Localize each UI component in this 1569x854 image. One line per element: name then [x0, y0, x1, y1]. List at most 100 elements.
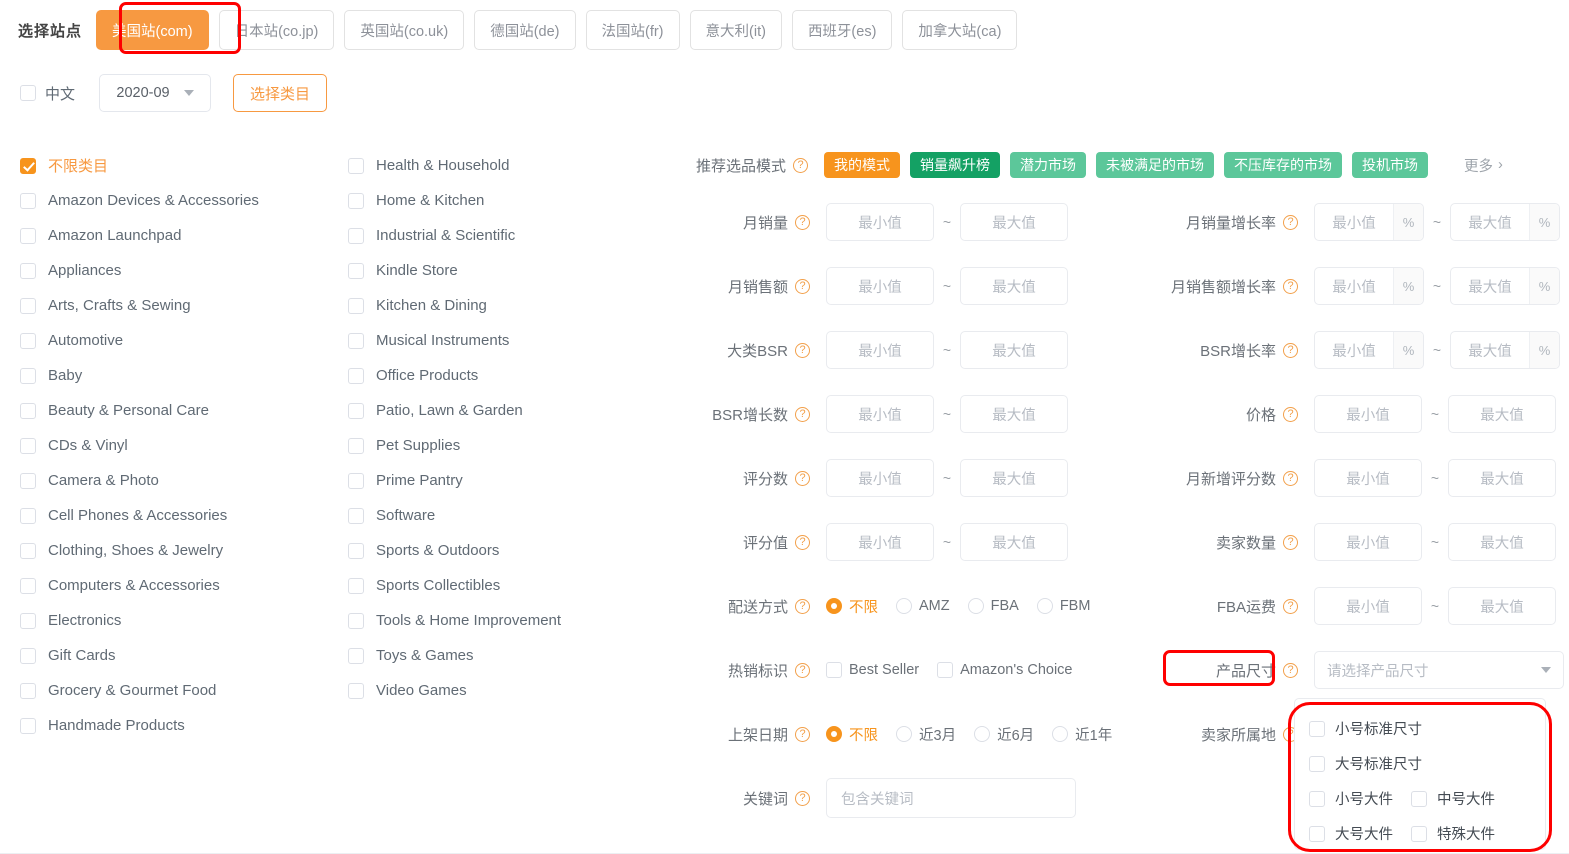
filter-max-input[interactable]: 最大值: [960, 523, 1068, 561]
listing-date-option-3[interactable]: 近1年: [1052, 724, 1112, 745]
filter-min-input[interactable]: 最小值: [1314, 395, 1422, 433]
filter-min-input[interactable]: 最小值: [826, 331, 934, 369]
hot-badge-checkbox[interactable]: [826, 662, 842, 678]
hot-badge-option-0[interactable]: Best Seller: [826, 662, 919, 678]
fba-fee-max-input[interactable]: 最大值: [1448, 587, 1556, 625]
site-tab-0[interactable]: 美国站(com): [96, 10, 209, 50]
mode-tag-4[interactable]: 不压库存的市场: [1224, 152, 1342, 178]
more-modes-button[interactable]: 更多 ›: [1464, 155, 1503, 176]
mode-tag-1[interactable]: 销量飙升榜: [910, 152, 1000, 178]
help-icon[interactable]: ?: [1283, 214, 1298, 230]
size-option-checkbox[interactable]: [1411, 790, 1427, 807]
site-tab-1[interactable]: 日本站(co.jp): [218, 10, 335, 50]
help-icon[interactable]: ?: [1283, 598, 1298, 614]
shipping-option-3[interactable]: FBM: [1036, 598, 1090, 614]
size-option-checkbox[interactable]: [1309, 720, 1325, 737]
shipping-radio[interactable]: [826, 598, 842, 614]
filter-max-input[interactable]: 最大值%: [1450, 203, 1560, 241]
hot-badge-option-1[interactable]: Amazon's Choice: [937, 662, 1073, 678]
help-icon[interactable]: ?: [795, 534, 810, 550]
listing-date-option-0[interactable]: 不限: [826, 724, 878, 745]
help-icon[interactable]: ?: [795, 726, 810, 742]
listing-date-option-2[interactable]: 近6月: [974, 724, 1034, 745]
site-tab-2[interactable]: 英国站(co.uk): [344, 10, 465, 50]
filter-max-input[interactable]: 最大值: [960, 395, 1068, 433]
fba-fee-min-input[interactable]: 最小值: [1314, 587, 1422, 625]
filter-min-input[interactable]: 最小值: [1314, 523, 1422, 561]
size-option-large-oversize[interactable]: 大号大件: [1309, 823, 1393, 844]
site-tab-6[interactable]: 西班牙(es): [791, 10, 893, 50]
filter-min-input[interactable]: 最小值%: [1314, 331, 1424, 369]
size-option-medium-oversize[interactable]: 中号大件: [1411, 788, 1495, 809]
listing-date-option-1[interactable]: 近3月: [896, 724, 956, 745]
keyword-input[interactable]: 包含关键词: [826, 778, 1076, 818]
month-select[interactable]: 2020-09: [99, 74, 212, 112]
size-option-checkbox[interactable]: [1309, 790, 1325, 807]
listing-date-radio[interactable]: [1052, 726, 1069, 742]
filter-min-input[interactable]: 最小值: [826, 523, 934, 561]
help-icon[interactable]: ?: [795, 214, 810, 230]
help-icon[interactable]: ?: [795, 278, 810, 294]
filter-max-input[interactable]: 最大值%: [1450, 267, 1560, 305]
filter-min-input[interactable]: 最小值: [826, 459, 934, 497]
site-tab-4[interactable]: 法国站(fr): [585, 10, 680, 50]
shipping-radio[interactable]: [967, 598, 984, 614]
filter-min-input[interactable]: 最小值: [826, 267, 934, 305]
mode-tag-0[interactable]: 我的模式: [824, 152, 900, 178]
filter-min-input[interactable]: 最小值%: [1314, 267, 1424, 305]
filter-min-input[interactable]: 最小值: [826, 203, 934, 241]
shipping-radio[interactable]: [896, 598, 912, 614]
listing-date-radio[interactable]: [826, 726, 842, 742]
filter-max-input[interactable]: 最大值: [960, 331, 1068, 369]
chinese-checkbox-box[interactable]: [20, 85, 36, 101]
size-option-checkbox[interactable]: [1309, 825, 1325, 842]
help-icon[interactable]: ?: [1283, 406, 1298, 422]
help-icon[interactable]: ?: [1283, 342, 1298, 358]
filter-min-input[interactable]: 最小值%: [1314, 203, 1424, 241]
filter-min-input[interactable]: 最小值: [826, 395, 934, 433]
hot-badge-checkbox[interactable]: [937, 662, 954, 678]
filter-label: 大类BSR: [727, 342, 788, 360]
size-option-small-oversize[interactable]: 小号大件: [1309, 788, 1393, 809]
mode-tag-2[interactable]: 潜力市场: [1010, 152, 1086, 178]
mode-tag-5[interactable]: 投机市场: [1352, 152, 1428, 178]
product-size-select[interactable]: 请选择产品尺寸: [1314, 651, 1564, 689]
size-option-checkbox[interactable]: [1309, 755, 1325, 772]
help-icon[interactable]: ?: [1283, 470, 1298, 486]
shipping-option-0[interactable]: 不限: [826, 596, 878, 617]
filter-max-input[interactable]: 最大值: [960, 267, 1068, 305]
site-tab-7[interactable]: 加拿大站(ca): [902, 10, 1018, 50]
filter-max-input[interactable]: 最大值%: [1450, 331, 1560, 369]
filter-max-input[interactable]: 最大值: [960, 203, 1068, 241]
help-icon[interactable]: ?: [1283, 662, 1298, 678]
filter-max-input[interactable]: 最大值: [1448, 395, 1556, 433]
filter-min-input[interactable]: 最小值: [1314, 459, 1422, 497]
filter-cell-left: BSR增长数? 最小值 ~ 最大值: [680, 395, 1150, 433]
pick-category-button[interactable]: 选择类目: [233, 74, 328, 112]
shipping-option-1[interactable]: AMZ: [896, 598, 950, 614]
help-icon[interactable]: ?: [793, 157, 808, 173]
help-icon[interactable]: ?: [795, 406, 810, 422]
help-icon[interactable]: ?: [795, 662, 810, 678]
help-icon[interactable]: ?: [795, 598, 810, 614]
help-icon[interactable]: ?: [795, 342, 810, 358]
size-option-checkbox[interactable]: [1411, 825, 1427, 842]
mode-tag-3[interactable]: 未被满足的市场: [1096, 152, 1214, 178]
filter-max-input[interactable]: 最大值: [960, 459, 1068, 497]
listing-date-radio[interactable]: [974, 726, 991, 742]
help-icon[interactable]: ?: [795, 470, 810, 486]
help-icon[interactable]: ?: [1283, 278, 1298, 294]
help-icon[interactable]: ?: [1283, 534, 1298, 550]
chinese-checkbox[interactable]: 中文: [20, 83, 75, 104]
listing-date-radio[interactable]: [896, 726, 912, 742]
shipping-radio[interactable]: [1036, 598, 1053, 614]
site-tab-5[interactable]: 意大利(it): [689, 10, 782, 50]
shipping-option-2[interactable]: FBA: [967, 598, 1019, 614]
size-option-large-standard[interactable]: 大号标准尺寸: [1309, 753, 1422, 774]
filter-max-input[interactable]: 最大值: [1448, 459, 1556, 497]
size-option-special-oversize[interactable]: 特殊大件: [1411, 823, 1495, 844]
filter-max-input[interactable]: 最大值: [1448, 523, 1556, 561]
size-option-small-standard[interactable]: 小号标准尺寸: [1309, 718, 1422, 739]
help-icon[interactable]: ?: [795, 790, 810, 806]
site-tab-3[interactable]: 德国站(de): [474, 10, 576, 50]
